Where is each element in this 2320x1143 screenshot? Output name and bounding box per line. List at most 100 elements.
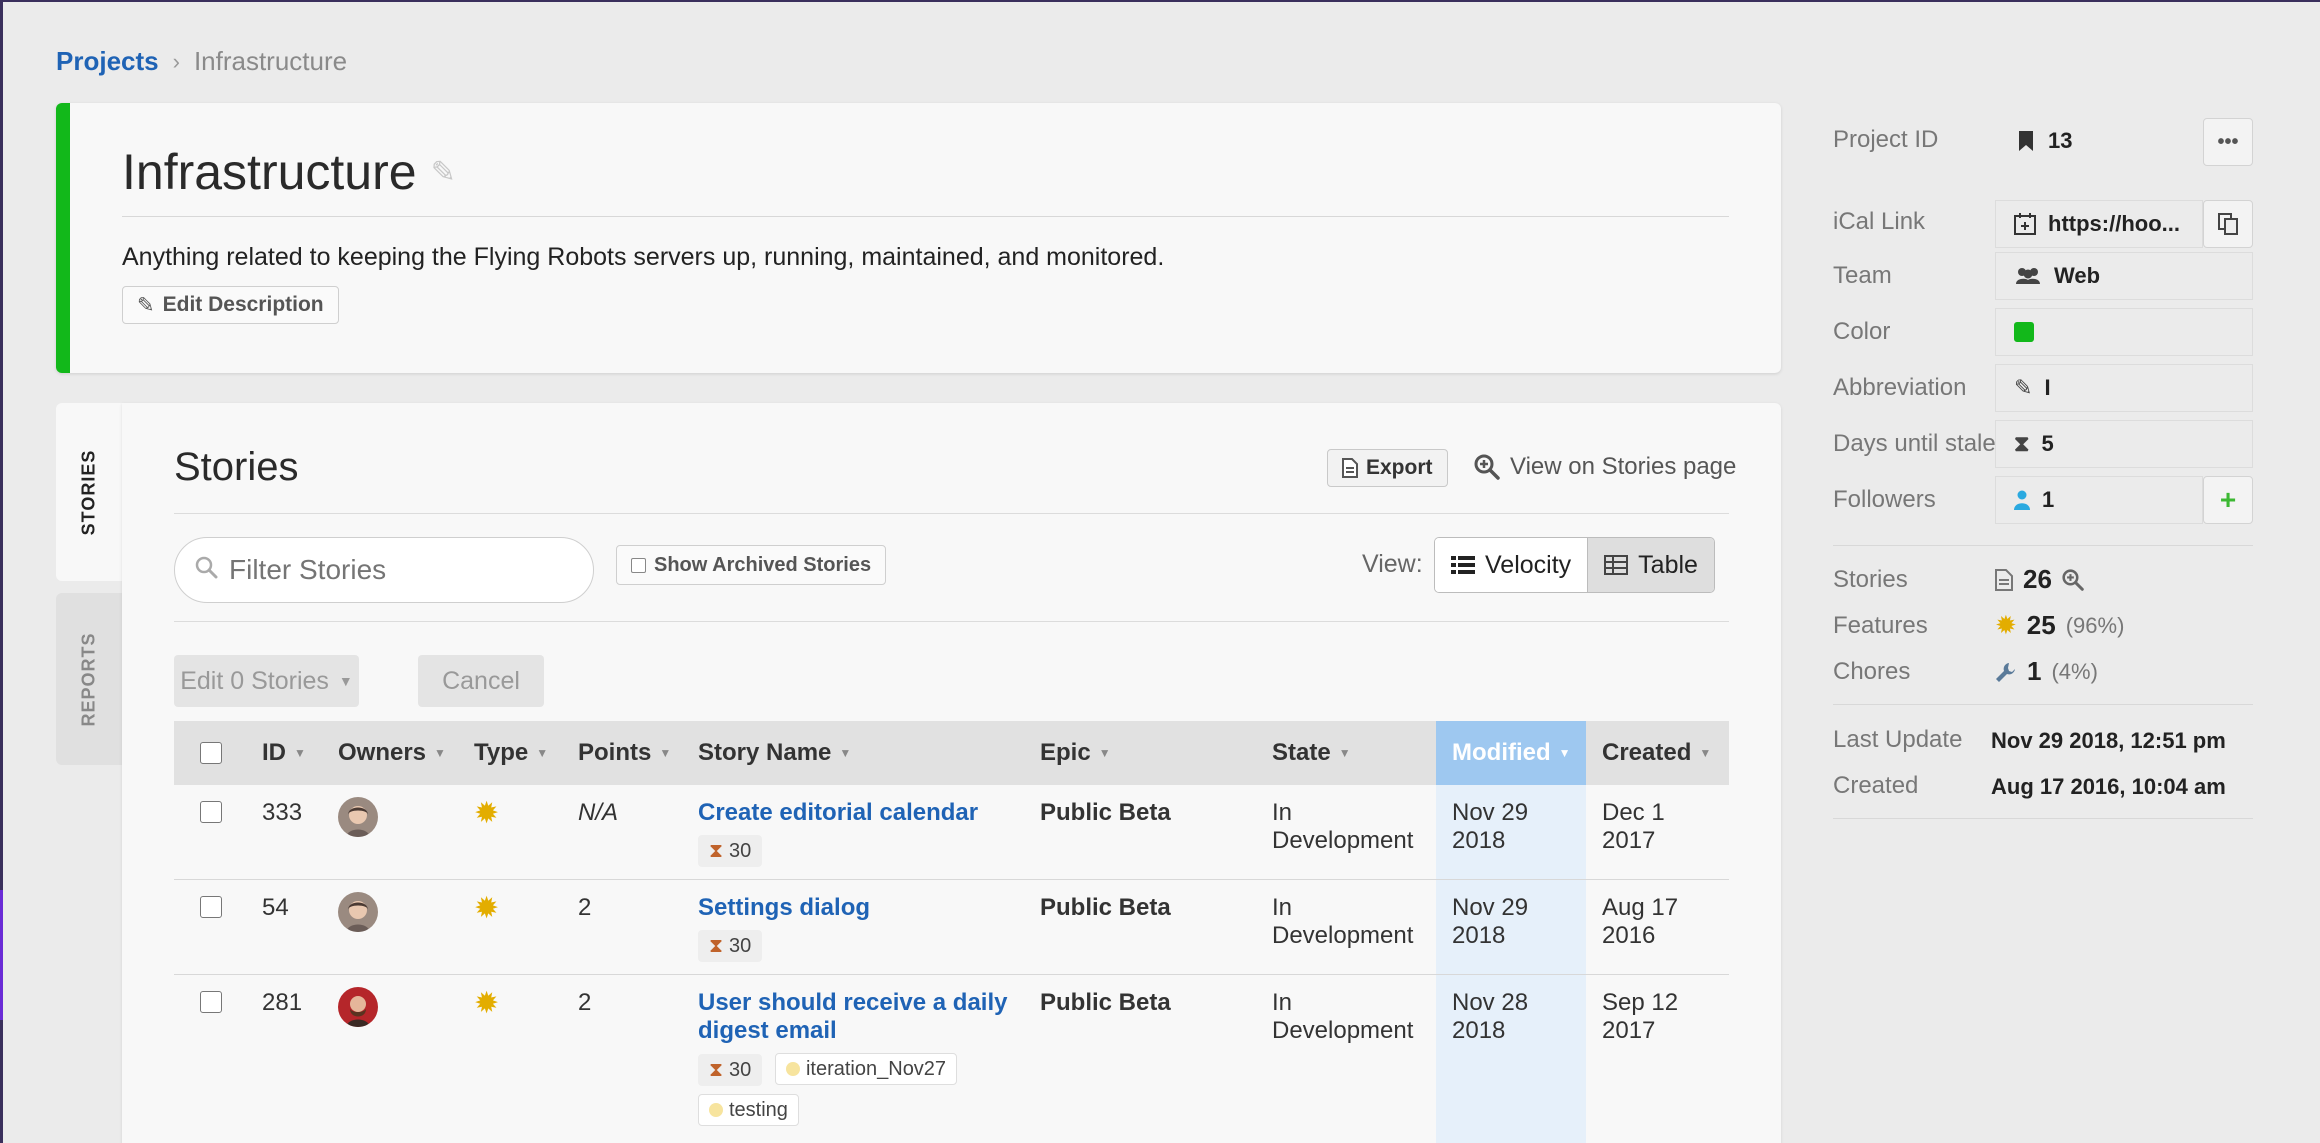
col-owners[interactable]: Owners ▼ [338,721,446,785]
user-icon [2014,490,2030,510]
created-line1: Dec 1 [1602,799,1665,826]
edit-stories-button[interactable]: Edit 0 Stories ▼ [174,655,359,707]
estimate-value: 30 [729,935,752,957]
view-toggle: Velocity Table [1434,537,1715,593]
tab-stories[interactable]: STORIES [56,403,122,581]
state-line1: In [1272,799,1293,826]
view-table-label: Table [1638,550,1698,579]
estimate-pill: ⧗ 30 [698,930,763,962]
table-row[interactable]: 54 ✹ 2 Settings dialog ⧗ 30 Public Beta I… [174,880,1729,975]
ical-link-field[interactable]: https://hoo... [1995,200,2203,248]
tab-reports[interactable]: REPORTS [56,593,122,765]
story-name-link[interactable]: Settings dialog [698,894,1018,922]
breadcrumb-separator: › [172,48,180,74]
edit-title-pencil-icon[interactable]: ✎ [431,155,456,190]
sort-caret-icon: ▼ [839,746,852,760]
copy-button[interactable] [2203,200,2253,248]
sort-caret-icon: ▼ [536,746,549,760]
owner-avatar[interactable] [338,797,378,837]
plus-icon: + [2219,484,2237,515]
estimate-value: 30 [729,1059,752,1081]
story-modified: Nov 28 2018 [1452,989,1528,1045]
row-checkbox[interactable] [200,896,222,918]
list-icon [1451,556,1475,574]
chores-count: 1 [2027,656,2042,686]
days-until-stale-field[interactable]: ⧗ 5 [1995,420,2253,468]
story-name-link[interactable]: User should receive a daily digest email [698,989,1038,1045]
color-field[interactable] [1995,308,2253,356]
story-points: 2 [578,894,592,921]
users-icon [2016,268,2040,284]
row-checkbox[interactable] [200,991,222,1013]
table-row[interactable]: 281 ✹ 2 User should receive a daily diges… [174,975,1729,1143]
edit-description-button[interactable]: ✎ Edit Description [122,286,339,324]
col-id[interactable]: ID ▼ [262,721,306,785]
col-type[interactable]: Type ▼ [474,721,548,785]
view-table-button[interactable]: Table [1587,538,1714,592]
stories-heading: Stories [174,445,299,489]
story-created: Dec 1 2017 [1602,799,1665,855]
col-id-label: ID [262,739,286,766]
col-state-label: State [1272,739,1331,766]
select-all-checkbox-cell[interactable] [200,721,222,785]
add-follower-button[interactable]: + [2203,476,2253,524]
state-line2: Development [1272,827,1414,854]
followers-field[interactable]: 1 [1995,476,2203,524]
col-story-name[interactable]: Story Name ▼ [698,721,851,785]
zoom-in-icon[interactable] [2062,568,2084,591]
table-header: ID ▼ Owners ▼ Type ▼ Points ▼ Story Name ▼ Ep… [174,721,1729,785]
col-modified[interactable]: Modified ▼ [1436,721,1586,785]
story-id: 54 [262,894,289,921]
ical-label: iCal Link [1833,208,1926,235]
tab-reports-label: REPORTS [78,631,99,727]
followers-label: Followers [1833,486,1936,513]
search-icon [195,556,218,579]
label-pill[interactable]: testing [698,1094,799,1126]
col-owners-label: Owners [338,739,427,766]
owner-avatar[interactable] [338,892,378,932]
team-value: Web [2054,263,2101,288]
story-epic[interactable]: Public Beta [1040,799,1171,827]
abbreviation-field[interactable]: ✎ I [1995,364,2253,412]
state-line2: Development [1272,922,1414,949]
view-on-stories-page-link[interactable]: View on Stories page [1474,453,1736,481]
table-icon [1604,555,1629,575]
project-id-value: 13 [2048,128,2073,153]
story-name-line2: digest email [698,1017,837,1044]
story-state: In Development [1272,989,1413,1045]
label-pill[interactable]: iteration_Nov27 [774,1053,958,1085]
modified-line1: Nov 28 [1452,989,1529,1016]
col-created[interactable]: Created ▼ [1602,721,1711,785]
state-line2: Development [1272,1017,1414,1044]
story-epic[interactable]: Public Beta [1040,989,1171,1017]
col-state[interactable]: State ▼ [1272,721,1351,785]
story-points: N/A [578,799,619,826]
created-value: Aug 17 2016, 10:04 am [1991,774,2226,799]
story-epic[interactable]: Public Beta [1040,894,1171,922]
show-archived-checkbox[interactable]: Show Archived Stories [616,545,887,585]
hourglass-icon: ⧗ [709,1059,724,1081]
view-velocity-button[interactable]: Velocity [1435,538,1588,592]
color-swatch [2014,322,2034,342]
col-points[interactable]: Points ▼ [578,721,671,785]
filter-stories-input[interactable] [174,537,594,603]
stories-stat: 26 [1995,564,2084,595]
row-checkbox[interactable] [200,801,222,823]
abbreviation-label: Abbreviation [1833,374,1967,401]
table-row[interactable]: 333 ✹ N/A Create editorial calendar ⧗ 30 … [174,785,1729,880]
chevron-down-icon: ▼ [338,673,353,689]
select-all-checkbox[interactable] [200,742,222,764]
story-name-link[interactable]: Create editorial calendar [698,799,1018,827]
project-title: Infrastructure [122,144,417,200]
more-options-button[interactable]: ••• [2203,118,2253,166]
owner-avatar[interactable] [338,987,378,1027]
last-update-label: Last Update [1833,726,1963,753]
export-button[interactable]: Export [1327,449,1448,487]
team-field[interactable]: Web [1995,252,2253,300]
cancel-button[interactable]: Cancel [418,655,544,707]
window-edge [0,0,3,1143]
project-title-row: Infrastructure ✎ [122,143,456,201]
bookmark-icon [2019,131,2033,151]
col-epic[interactable]: Epic ▼ [1040,721,1111,785]
breadcrumb-projects-link[interactable]: Projects [56,46,159,77]
